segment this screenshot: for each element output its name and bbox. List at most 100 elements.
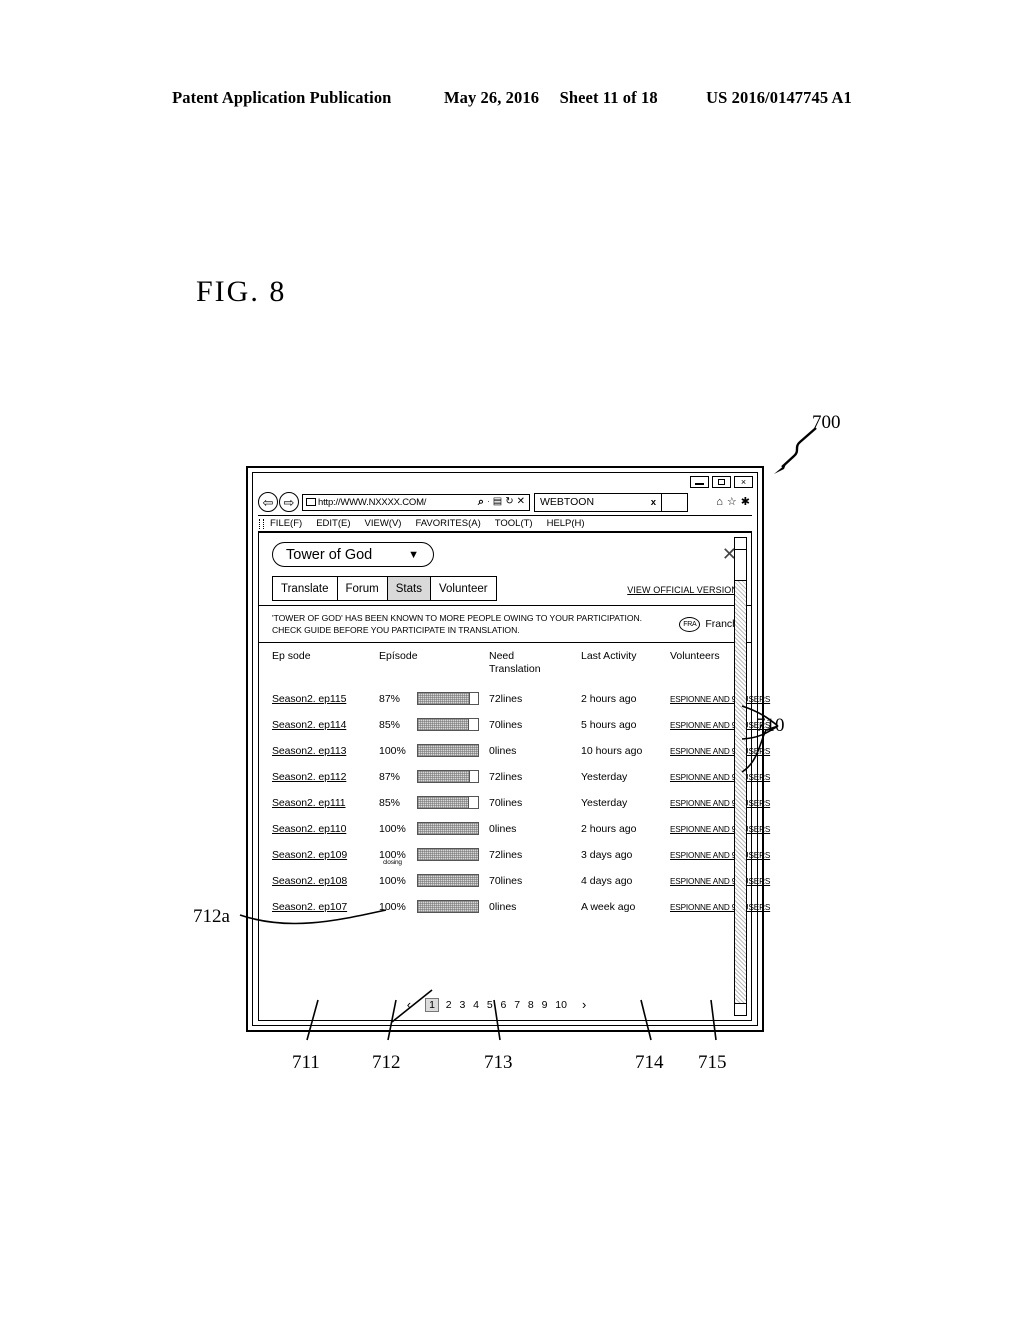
scrollbar-track[interactable] <box>735 581 746 1003</box>
pagination-page-4[interactable]: 4 <box>472 999 480 1011</box>
need-translation-cell: 0lines <box>489 900 517 913</box>
section-tabs: Translate Forum Stats Volunteer <box>272 576 497 601</box>
tab-stats[interactable]: Stats <box>387 577 431 600</box>
volunteers-cell: ESPIONNE AND 99 USERS <box>670 738 772 764</box>
new-tab-button[interactable] <box>662 492 688 512</box>
patent-header: Patent Application Publication May 26, 2… <box>0 88 1024 108</box>
figure-label: FIG. 8 <box>196 275 287 308</box>
page-favicon-icon <box>306 498 316 506</box>
pagination-prev[interactable]: ‹ <box>403 997 415 1012</box>
episode-link[interactable]: Season2. ep111 <box>272 797 346 809</box>
menu-item-edit[interactable]: EDIT(E) <box>316 518 350 529</box>
menu-item-help[interactable]: HELP(H) <box>547 518 585 529</box>
language-code-badge: FRA <box>679 616 701 632</box>
table-row: Season2. ep115 87% 72lines 2 hours ago ESPIO… <box>272 686 772 712</box>
reference-number-712a: 712a <box>193 906 230 927</box>
forward-icon[interactable]: ⇨ <box>279 492 299 512</box>
tab-forum[interactable]: Forum <box>337 577 388 600</box>
episode-cell: Season2. ep109 <box>272 842 379 868</box>
percent-value: 85% <box>379 797 411 809</box>
vertical-scrollbar[interactable] <box>734 537 747 1016</box>
progress-bar <box>417 692 479 706</box>
volunteers-link[interactable]: ESPIONNE AND 99 USERS <box>670 877 770 886</box>
browser-window-inner: × ⇦ ⇨ http://WWW.NXXXX.COM/ ⌕ · ▤ ↻ ✕ WE… <box>252 472 770 1026</box>
episode-link[interactable]: Season2. ep113 <box>272 745 346 757</box>
stats-table: Ep sode Epísode Need Translation Last Ac… <box>272 643 772 920</box>
series-selector-dropdown[interactable]: Tower of God ▼ <box>272 542 434 567</box>
menu-item-file[interactable]: FILE(F) <box>270 518 302 529</box>
menu-item-view[interactable]: VIEW(V) <box>365 518 402 529</box>
volunteers-link[interactable]: ESPIONNE AND 99 USERS <box>670 695 770 704</box>
refresh-icon[interactable]: ↻ <box>505 497 513 507</box>
view-official-version-link[interactable]: VIEW OFFICIAL VERSION <box>627 585 738 595</box>
percent-value: 85% <box>379 719 411 731</box>
maximize-button[interactable] <box>712 476 731 488</box>
pagination-spacer <box>480 999 486 1011</box>
minimize-button[interactable] <box>690 476 709 488</box>
dot-separator-icon: · <box>487 497 490 506</box>
menu-item-tool[interactable]: TOOL(T) <box>495 518 533 529</box>
back-icon[interactable]: ⇦ <box>258 492 278 512</box>
progress-group: 100% <box>379 900 489 914</box>
tab-translate[interactable]: Translate <box>273 577 338 600</box>
episode-cell: Season2. ep107 <box>272 894 379 920</box>
search-icon[interactable]: ⌕ <box>478 496 484 508</box>
pagination-next[interactable]: › <box>578 997 590 1012</box>
stop-icon[interactable]: ✕ <box>517 497 525 507</box>
episode-link[interactable]: Season2. ep109 <box>272 849 347 861</box>
episode-link[interactable]: Season2. ep112 <box>272 771 346 783</box>
home-icon[interactable]: ⌂ <box>716 496 723 508</box>
episode-link[interactable]: Season2. ep107 <box>272 901 347 913</box>
rss-icon[interactable]: ▤ <box>493 497 502 507</box>
episode-cell: Season2. ep112 <box>272 764 379 790</box>
volunteers-link[interactable]: ESPIONNE AND 99 USERS <box>670 903 770 912</box>
last-activity-cell: Yesterday <box>581 770 628 783</box>
percent-text: 100% <box>379 822 406 835</box>
percent-value: 87% <box>379 771 411 783</box>
title-row: Tower of God ▼ ✕ <box>259 533 751 573</box>
url-input[interactable]: http://WWW.NXXXX.COM/ ⌕ · ▤ ↻ ✕ <box>302 493 530 511</box>
volunteers-link[interactable]: ESPIONNE AND 99 USERS <box>670 799 770 808</box>
pagination-page-5[interactable]: 5 <box>486 999 494 1011</box>
episode-link[interactable]: Season2. ep115 <box>272 693 346 705</box>
progress-group: 87% <box>379 692 489 706</box>
volunteers-link[interactable]: ESPIONNE AND 99 USERS <box>670 851 770 860</box>
volunteers-cell: ESPIONNE AND 99 USERS <box>670 764 772 790</box>
progress-bar <box>417 900 479 914</box>
settings-gear-icon[interactable]: ✱ <box>741 496 750 508</box>
episode-link[interactable]: Season2. ep114 <box>272 719 346 731</box>
reference-number-715: 715 <box>698 1052 727 1073</box>
menu-item-favorites[interactable]: FAVORITES(A) <box>415 518 480 529</box>
close-window-button[interactable]: × <box>734 476 753 488</box>
pagination-page-2[interactable]: 2 <box>445 999 453 1011</box>
pagination-page-7[interactable]: 7 <box>513 999 521 1011</box>
progress-group: 85% <box>379 796 489 810</box>
progress-bar-fill <box>418 875 478 887</box>
pagination-page-10[interactable]: 10 <box>554 999 568 1011</box>
menu-grip-icon[interactable] <box>259 518 264 529</box>
volunteers-link[interactable]: ESPIONNE AND 99 USERS <box>670 825 770 834</box>
progress-group: 100% <box>379 874 489 888</box>
episode-link[interactable]: Season2. ep110 <box>272 823 346 835</box>
tab-volunteer[interactable]: Volunteer <box>430 577 496 600</box>
need-translation-cell: 72lines <box>489 848 523 861</box>
volunteers-link[interactable]: ESPIONNE AND 99 USERS <box>670 773 770 782</box>
browser-tab-close-icon[interactable]: x <box>651 497 661 508</box>
pagination-page-1[interactable]: 1 <box>425 997 439 1012</box>
favorites-star-icon[interactable]: ☆ <box>727 496 737 508</box>
scrollbar-thumb[interactable] <box>735 550 746 581</box>
browser-tab-webtoon[interactable]: WEBTOON x <box>534 492 662 512</box>
progress-bar-fill <box>418 849 478 861</box>
progress-group: 100% closing <box>379 848 489 866</box>
volunteers-link[interactable]: ESPIONNE AND 99 USERS <box>670 747 770 756</box>
progress-bar <box>417 874 479 888</box>
percent-value: 100% <box>379 823 411 835</box>
percent-value: 87% <box>379 693 411 705</box>
episode-link[interactable]: Season2. ep108 <box>272 875 347 887</box>
progress-cell: 100% <box>379 816 489 842</box>
table-row: Season2. ep113 100% 0lines 10 hours ago ESPI… <box>272 738 772 764</box>
scroll-down-button[interactable] <box>735 1003 746 1015</box>
last-activity-cell: A week ago <box>581 900 636 913</box>
pagination-page-8[interactable]: 8 <box>527 999 535 1011</box>
scroll-up-button[interactable] <box>735 538 746 550</box>
